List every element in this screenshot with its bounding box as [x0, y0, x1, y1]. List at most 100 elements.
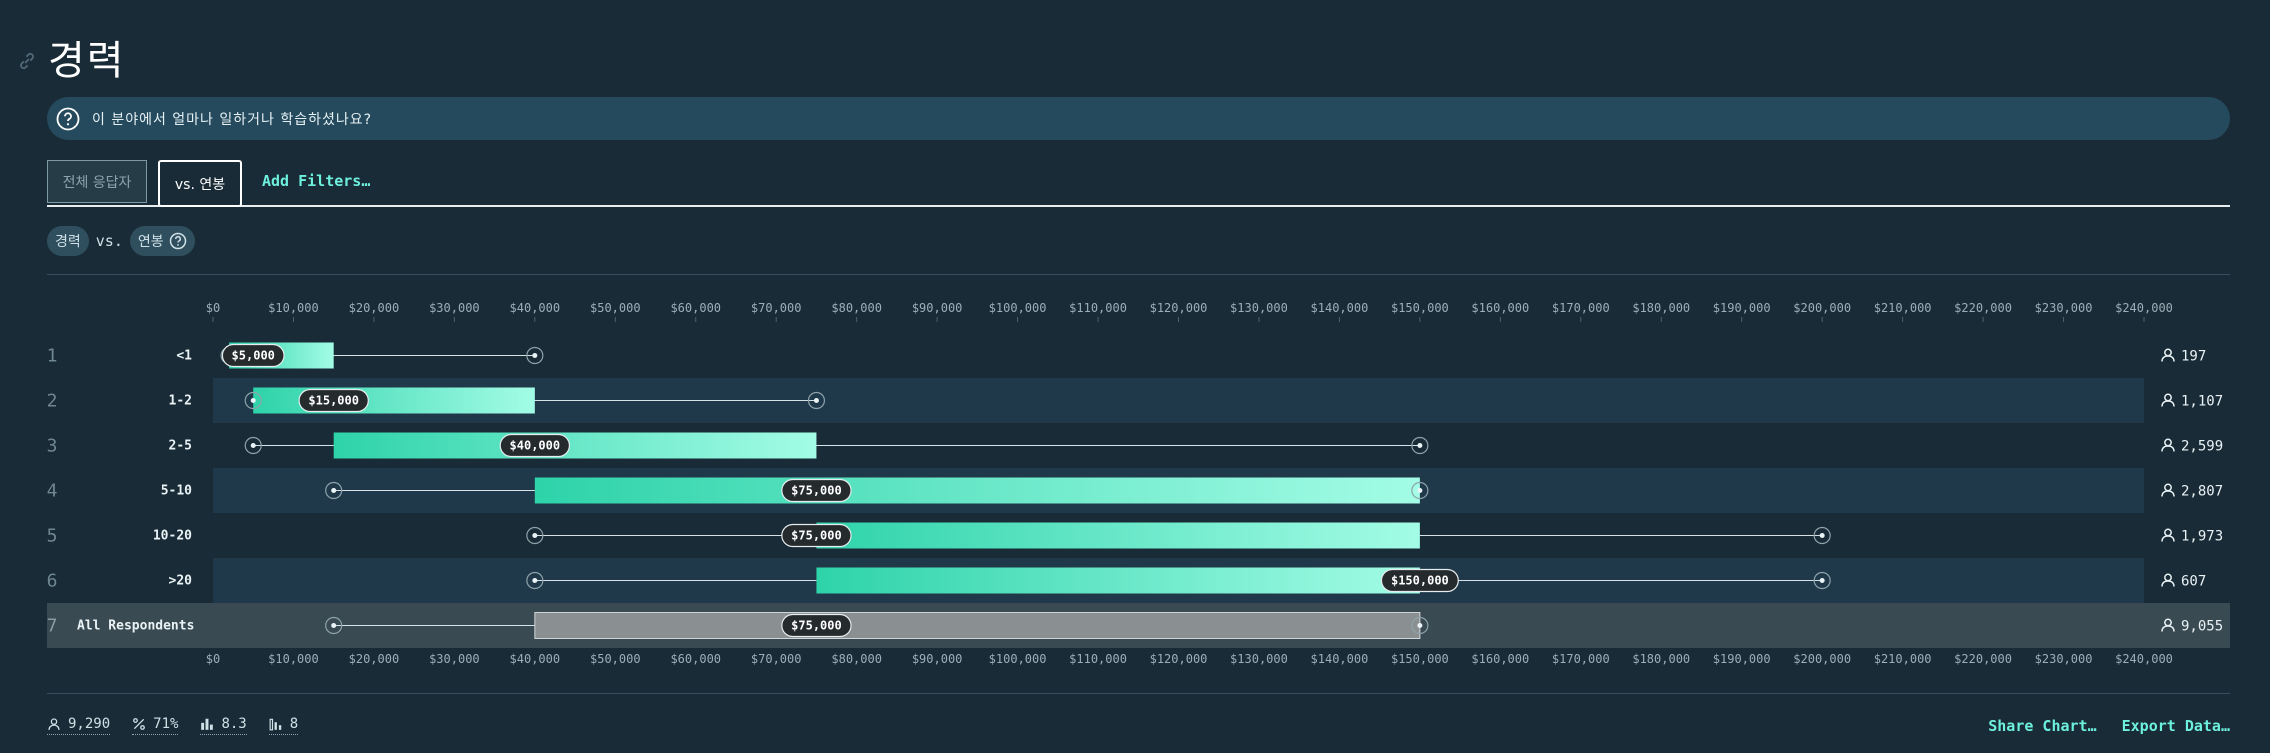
percent-stat[interactable]: 71%	[132, 716, 179, 735]
person-icon-head	[2164, 483, 2172, 492]
salary-pill-label: 연봉	[137, 234, 164, 250]
whisker-end-dot	[532, 578, 538, 583]
x-tick-label-top: $90,000	[912, 301, 963, 315]
x-tick-label-top: $40,000	[510, 301, 561, 315]
export-data-link[interactable]: Export Data…	[2122, 717, 2230, 735]
share-chart-link[interactable]: Share Chart…	[1988, 717, 2096, 735]
person-icon	[2161, 348, 2175, 362]
iqr-box	[333, 432, 817, 459]
bar-chart-icon	[201, 718, 214, 730]
histogram-icon	[269, 718, 281, 731]
link-icon[interactable]	[16, 50, 38, 72]
x-tick-label-bottom: $80,000	[831, 652, 882, 666]
mean-stat[interactable]: 8.3	[200, 716, 247, 735]
x-tick-label-top: $190,000	[1713, 301, 1771, 315]
x-tick-label-top: $150,000	[1391, 301, 1449, 315]
salary-boxplot-chart: $0 $0 $10,000 $10,000 $20,000 $20,000 $30,000 $…	[47, 301, 2230, 666]
x-tick-label-bottom: $200,000	[1793, 652, 1851, 666]
respondents-stat[interactable]: 9,290	[47, 716, 111, 735]
x-tick-label-top: $200,000	[1793, 301, 1851, 315]
page-title: 경력	[48, 38, 126, 84]
x-tick-label-top: $60,000	[670, 301, 721, 315]
x-tick-label-top: $130,000	[1230, 301, 1288, 315]
whisker-end-dot	[250, 443, 256, 448]
row-label: <1	[176, 349, 192, 364]
row-label: 1-2	[169, 394, 192, 409]
median-label: $15,000	[308, 394, 359, 408]
person-icon-body	[2161, 355, 2175, 362]
row-index: 4	[47, 481, 58, 502]
x-tick-label-top: $210,000	[1874, 301, 1932, 315]
x-tick-label-bottom: $150,000	[1391, 652, 1449, 666]
person-icon	[2161, 573, 2175, 587]
row-index: 5	[47, 526, 58, 547]
x-tick-label-bottom: $90,000	[912, 652, 963, 666]
x-tick-label-bottom: $220,000	[1954, 652, 2012, 666]
row-label: >20	[169, 574, 193, 589]
divider	[47, 693, 2230, 694]
median-label: $75,000	[791, 484, 842, 498]
x-tick-label-bottom: $130,000	[1230, 652, 1288, 666]
x-tick-label-top: $170,000	[1552, 301, 1610, 315]
x-tick-label-top: $10,000	[268, 301, 319, 315]
x-tick-label-top: $140,000	[1311, 301, 1369, 315]
person-icon-head	[2164, 348, 2172, 357]
person-icon-head	[2164, 438, 2172, 447]
row-count: 1,973	[2181, 529, 2223, 545]
whisker-end-dot	[1819, 533, 1825, 538]
whisker-end-dot	[331, 623, 337, 628]
x-tick-label-bottom: $10,000	[268, 652, 319, 666]
tab-vs-salary[interactable]: vs. 연봉	[158, 160, 242, 207]
question-circle-icon[interactable]	[169, 232, 187, 250]
x-tick-label-bottom: $170,000	[1552, 652, 1610, 666]
person-icon-head	[2164, 528, 2172, 537]
x-tick-label-top: $20,000	[349, 301, 400, 315]
x-tick-label-bottom: $230,000	[2035, 652, 2093, 666]
experience-pill[interactable]: 경력	[47, 226, 89, 256]
x-tick-label-bottom: $120,000	[1150, 652, 1208, 666]
tab-all-respondents[interactable]: 전체 응답자	[47, 160, 147, 203]
x-tick-label-bottom: $110,000	[1069, 652, 1127, 666]
x-tick-label-bottom: $100,000	[989, 652, 1047, 666]
row-count: 1,107	[2181, 394, 2223, 410]
add-filters-link[interactable]: Add Filters…	[262, 172, 370, 190]
row-count: 2,807	[2181, 484, 2223, 500]
x-tick-label-top: $180,000	[1632, 301, 1690, 315]
row-count: 9,055	[2181, 619, 2223, 635]
whisker-end-dot	[1819, 578, 1825, 583]
whisker-end-dot	[1417, 488, 1423, 493]
iqr-box	[816, 522, 1420, 549]
median-label: $5,000	[232, 349, 275, 363]
x-tick-label-top: $240,000	[2115, 301, 2173, 315]
percent-value: 71%	[153, 716, 179, 732]
person-icon-body	[2161, 535, 2175, 542]
row-count: 2,599	[2181, 439, 2223, 455]
x-tick-label-bottom: $0	[206, 652, 220, 666]
percent-icon	[133, 718, 146, 730]
iqr-box	[816, 567, 1420, 594]
whisker-end-dot	[1417, 443, 1423, 448]
x-tick-label-top: $80,000	[831, 301, 882, 315]
row-label: 5-10	[161, 484, 192, 499]
iqr-box	[534, 612, 1421, 639]
person-icon-head	[2164, 573, 2172, 582]
x-tick-label-top: $120,000	[1150, 301, 1208, 315]
salary-pill[interactable]: 연봉	[129, 226, 195, 256]
person-icon	[48, 718, 60, 730]
x-tick-label-bottom: $40,000	[510, 652, 561, 666]
x-tick-label-bottom: $20,000	[349, 652, 400, 666]
x-tick-label-bottom: $180,000	[1632, 652, 1690, 666]
respondents-value: 9,290	[68, 716, 111, 732]
x-tick-label-bottom: $140,000	[1311, 652, 1369, 666]
comparison-row: 경력 vs. 연봉	[47, 226, 195, 256]
question-bar: 이 분야에서 얼마나 일하거나 학습하셨나요?	[47, 97, 2230, 140]
count-stat[interactable]: 8	[268, 716, 299, 735]
person-icon-body	[2161, 400, 2175, 407]
title-row: 경력	[16, 28, 126, 86]
median-label: $75,000	[791, 529, 842, 543]
count-value: 8	[289, 716, 299, 732]
x-tick-label-bottom: $70,000	[751, 652, 802, 666]
footer-stats: 9,290 71% 8.3 8	[47, 716, 320, 735]
person-icon-body	[2161, 445, 2175, 452]
whisker-end-dot	[1417, 623, 1423, 628]
